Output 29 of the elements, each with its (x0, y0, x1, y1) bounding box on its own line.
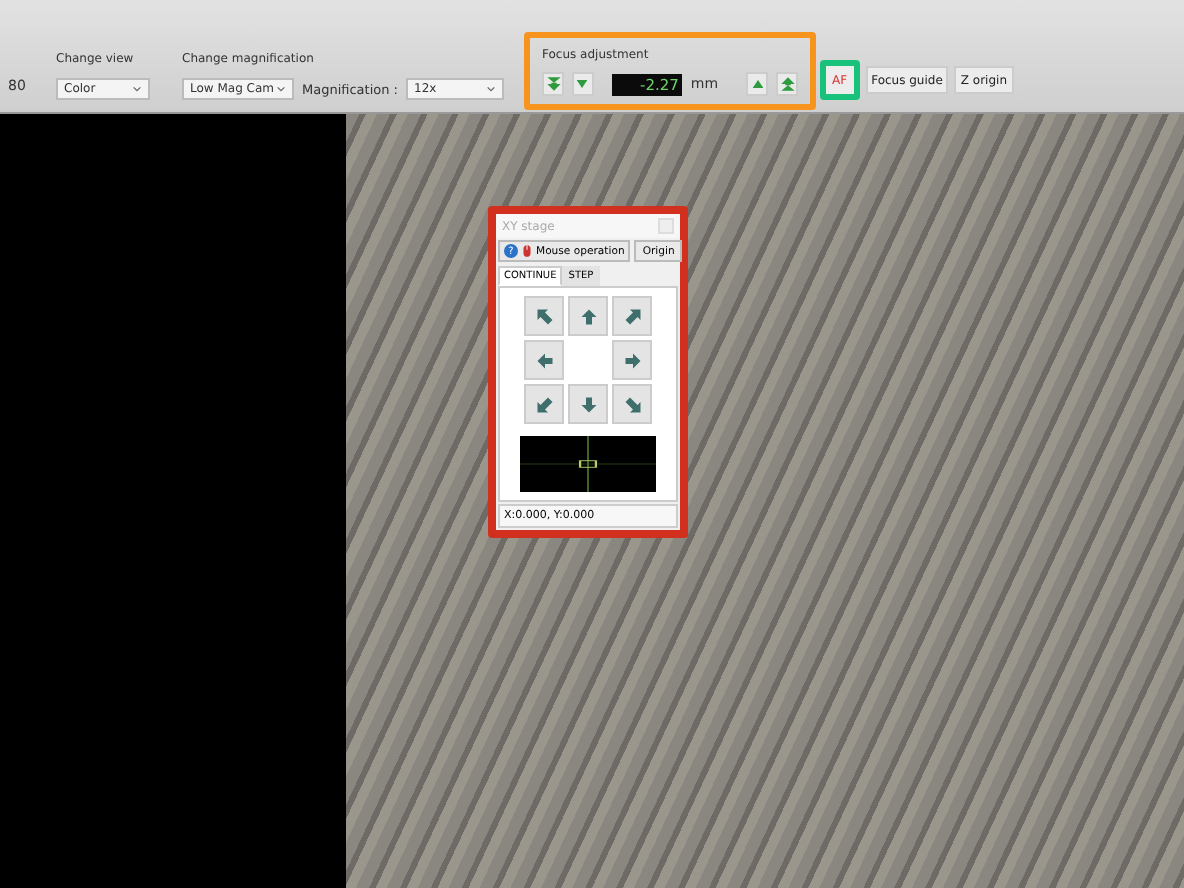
down-arrow-icon (574, 76, 591, 92)
double-up-arrow-icon (779, 76, 796, 92)
step-button[interactable] (746, 72, 769, 96)
arrow-icon (623, 395, 641, 413)
arrow-icon (579, 395, 597, 413)
arrow-icon (535, 395, 553, 413)
direction-button[interactable] (612, 384, 652, 424)
arrow-icon (623, 307, 641, 325)
direction-button[interactable] (524, 340, 564, 380)
step-button[interactable] (776, 72, 799, 96)
mouse-icon (520, 244, 534, 258)
arrow-icon (623, 351, 641, 369)
direction-button[interactable] (568, 296, 608, 336)
direction-button[interactable] (524, 296, 564, 336)
step-button[interactable] (572, 72, 594, 96)
stage-map (520, 436, 656, 492)
caret-icon (486, 84, 497, 94)
arrow-icon (535, 307, 553, 325)
direction-button[interactable] (612, 340, 652, 380)
arrow-icon (579, 307, 597, 325)
direction-button[interactable] (568, 384, 608, 424)
caret-icon (132, 84, 142, 94)
caret-icon (276, 84, 286, 94)
arrow-icon (535, 351, 553, 369)
direction-button[interactable] (612, 296, 652, 336)
direction-button[interactable] (524, 384, 564, 424)
up-arrow-icon (749, 76, 766, 92)
double-down-arrow-icon (545, 76, 561, 92)
step-button[interactable] (542, 72, 564, 96)
